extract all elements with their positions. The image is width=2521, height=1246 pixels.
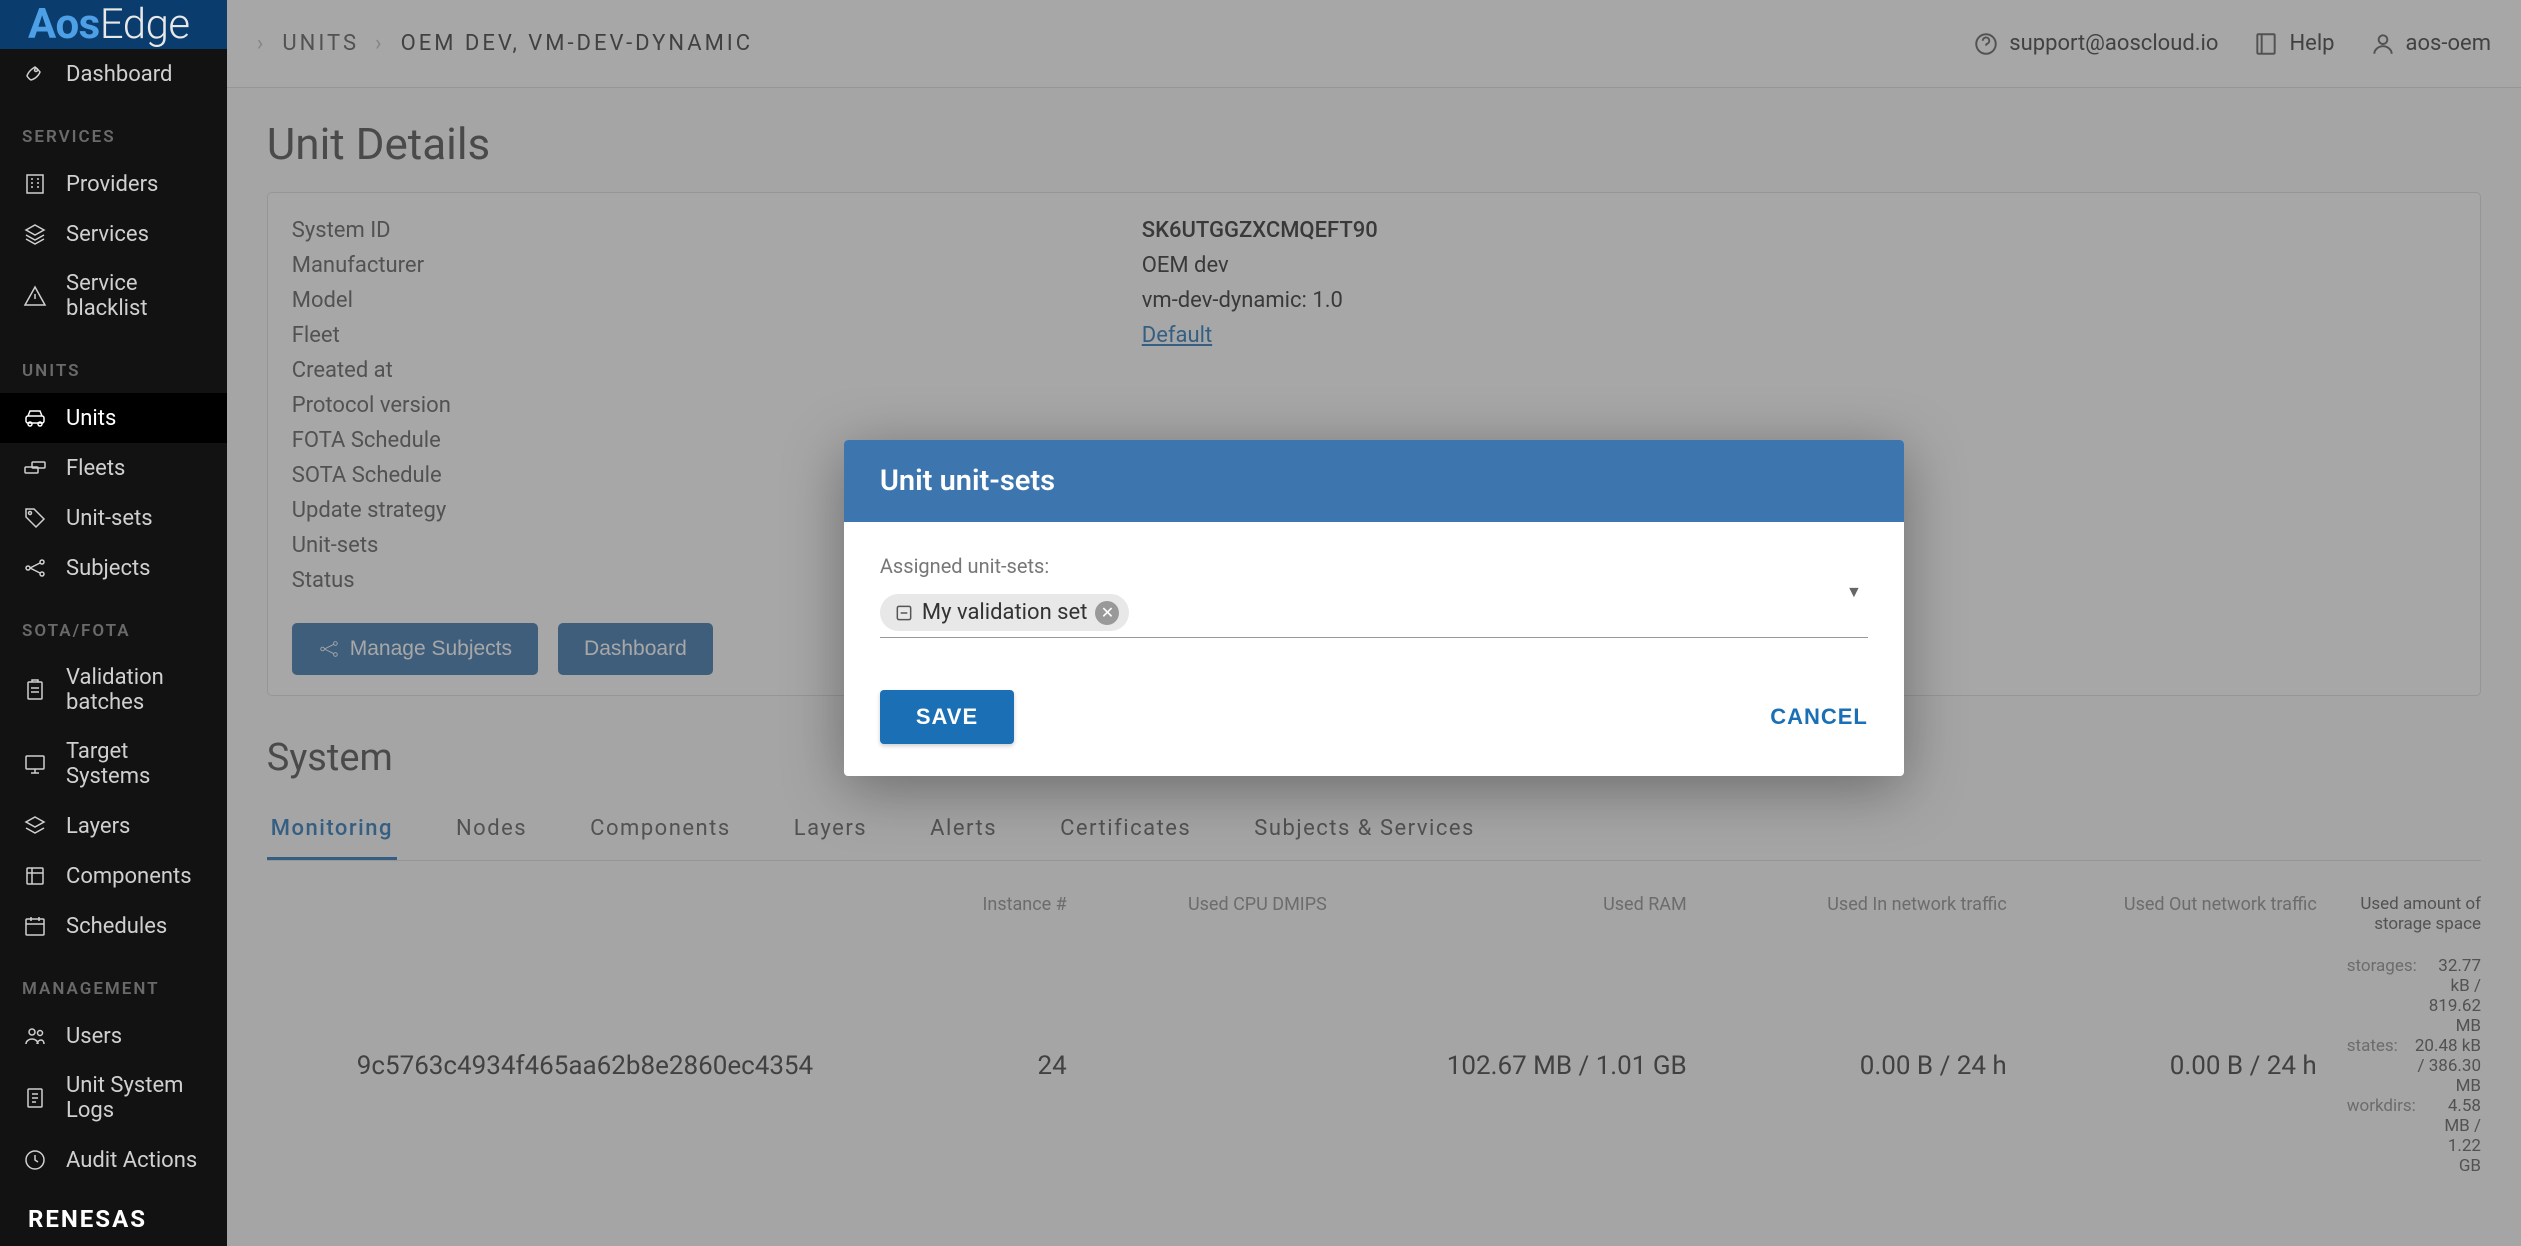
sidebar-item-subjects[interactable]: Subjects: [0, 543, 227, 593]
sidebar-item-layers[interactable]: Layers: [0, 801, 227, 851]
sidebar-label: Dashboard: [66, 62, 172, 87]
sidebar-label: Fleets: [66, 456, 125, 481]
sidebar-item-components[interactable]: Components: [0, 851, 227, 901]
sidebar-label: Schedules: [66, 914, 167, 939]
sidebar: AosEdge Dashboard SERVICES Providers Ser…: [0, 0, 227, 1246]
warning-icon: [22, 283, 48, 309]
footer-logo: RENESAS: [0, 1185, 227, 1246]
field-label-assigned: Assigned unit-sets:: [880, 554, 1868, 578]
cars-icon: [22, 455, 48, 481]
sidebar-label: Services: [66, 222, 149, 247]
sidebar-label: Units: [66, 406, 116, 431]
tag-icon: [894, 603, 914, 623]
document-icon: [22, 1085, 48, 1111]
sidebar-item-dashboard[interactable]: Dashboard: [0, 49, 227, 99]
sidebar-header-mgmt: MANAGEMENT: [0, 951, 227, 1011]
tag-icon: [22, 505, 48, 531]
monitor-icon: [22, 751, 48, 777]
sidebar-label: Users: [66, 1024, 122, 1049]
sidebar-label: Providers: [66, 172, 158, 197]
sidebar-header-units: UNITS: [0, 333, 227, 393]
calendar-icon: [22, 913, 48, 939]
unit-sets-select[interactable]: My validation set ✕ ▼: [880, 588, 1868, 638]
history-icon: [22, 1147, 48, 1173]
layers-icon: [22, 813, 48, 839]
sidebar-label: Audit Actions: [66, 1148, 197, 1173]
sidebar-item-schedules[interactable]: Schedules: [0, 901, 227, 951]
building-icon: [22, 171, 48, 197]
sidebar-label: Components: [66, 864, 192, 889]
brand-logo[interactable]: AosEdge: [0, 0, 227, 49]
dropdown-caret-icon[interactable]: ▼: [1846, 582, 1862, 602]
sidebar-item-providers[interactable]: Providers: [0, 159, 227, 209]
sidebar-item-fleets[interactable]: Fleets: [0, 443, 227, 493]
sidebar-item-unitsets[interactable]: Unit-sets: [0, 493, 227, 543]
unit-sets-modal: Unit unit-sets Assigned unit-sets: My va…: [844, 440, 1904, 776]
chip-remove-button[interactable]: ✕: [1095, 601, 1119, 625]
chip-label: My validation set: [922, 600, 1088, 625]
save-button[interactable]: SAVE: [880, 690, 1014, 744]
sidebar-item-audit[interactable]: Audit Actions: [0, 1135, 227, 1185]
sidebar-item-users[interactable]: Users: [0, 1011, 227, 1061]
cancel-button[interactable]: CANCEL: [1770, 690, 1868, 744]
sidebar-label: Layers: [66, 814, 130, 839]
stack-icon: [22, 221, 48, 247]
sidebar-header-sota: SOTA/FOTA: [0, 593, 227, 653]
sidebar-item-targets[interactable]: Target Systems: [0, 727, 227, 801]
sidebar-header-services: SERVICES: [0, 99, 227, 159]
sidebar-label: Unit-sets: [66, 506, 153, 531]
modal-overlay[interactable]: Unit unit-sets Assigned unit-sets: My va…: [227, 0, 2521, 1246]
sidebar-item-blacklist[interactable]: Service blacklist: [0, 259, 227, 333]
sidebar-item-syslogs[interactable]: Unit System Logs: [0, 1061, 227, 1135]
sidebar-label: Target Systems: [66, 739, 205, 789]
sidebar-item-units[interactable]: Units: [0, 393, 227, 443]
sidebar-label: Service blacklist: [66, 271, 205, 321]
sidebar-label: Unit System Logs: [66, 1073, 205, 1123]
modal-title: Unit unit-sets: [844, 440, 1904, 522]
package-icon: [22, 863, 48, 889]
sidebar-label: Subjects: [66, 556, 151, 581]
rocket-icon: [22, 61, 48, 87]
sidebar-item-services[interactable]: Services: [0, 209, 227, 259]
chip-validation-set: My validation set ✕: [880, 594, 1130, 631]
sidebar-label: Validation batches: [66, 665, 205, 715]
clipboard-icon: [22, 677, 48, 703]
sidebar-item-validation[interactable]: Validation batches: [0, 653, 227, 727]
network-icon: [22, 555, 48, 581]
users-icon: [22, 1023, 48, 1049]
car-icon: [22, 405, 48, 431]
